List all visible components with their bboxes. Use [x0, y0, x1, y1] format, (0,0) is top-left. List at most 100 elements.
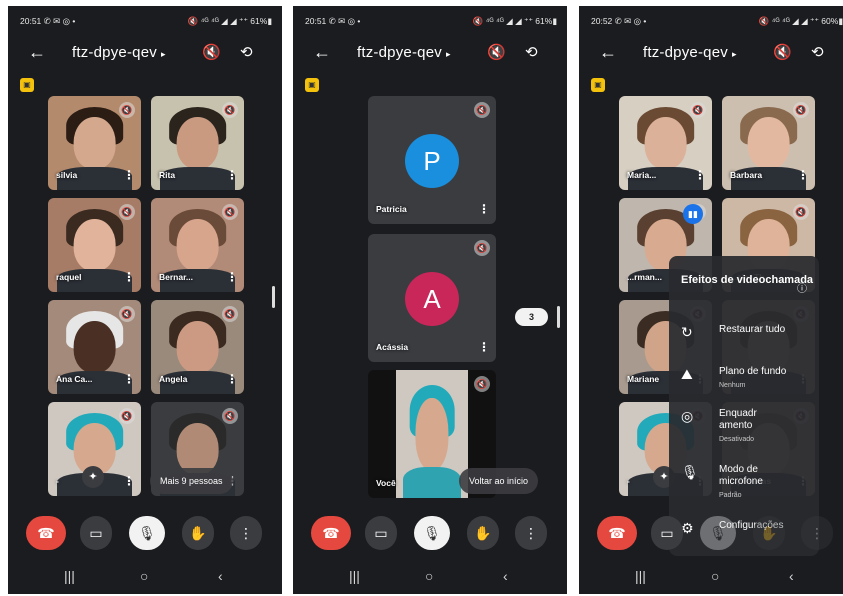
end-call-button[interactable]: ☎	[597, 516, 637, 550]
nav-home-icon[interactable]: ○	[140, 568, 148, 584]
avatar: P	[405, 134, 459, 188]
participant-tile[interactable]: P 🔇 Patricia ⋮	[368, 96, 496, 224]
back-arrow-icon[interactable]: ←	[599, 42, 617, 63]
participant-tile[interactable]: 🔇 Barbara ⋮	[722, 96, 815, 190]
participant-tile[interactable]: 🔇 raquel ⋮	[48, 198, 141, 292]
info-icon[interactable]: ⓘ	[797, 280, 807, 295]
scrollbar[interactable]	[557, 306, 560, 328]
participant-menu-icon[interactable]: ⋮	[123, 372, 135, 386]
nav-recent-icon[interactable]: |||	[349, 568, 360, 584]
effects-icon[interactable]: ✦	[82, 466, 104, 488]
raise-hand-button[interactable]: ✋	[467, 516, 499, 550]
back-arrow-icon[interactable]: ←	[313, 42, 331, 63]
back-arrow-icon[interactable]: ←	[28, 42, 46, 63]
switch-camera-icon[interactable]: ⟲	[525, 43, 538, 61]
participant-tile[interactable]: 🔇 silvia ⋮	[48, 96, 141, 190]
menu-item-sub: Nenhum	[719, 382, 746, 389]
video-effects-menu: Efeitos de videochamada ⓘ ↻ Restaurar tu…	[669, 256, 819, 556]
nav-bar: ||| ○ ‹	[579, 560, 843, 594]
nav-recent-icon[interactable]: |||	[64, 568, 75, 584]
restore-icon: ↻	[681, 324, 693, 340]
meeting-title[interactable]: ftz-dpye-qev ▸	[643, 44, 737, 61]
mic-toggle-button[interactable]: 🎙	[414, 516, 450, 550]
video-subject-face	[176, 218, 219, 272]
top-bar: ← ftz-dpye-qev ▸ 🔇 ⟲	[293, 40, 567, 68]
menu-item-label: Plano de fundo	[719, 366, 787, 377]
participant-menu-icon[interactable]: ⋮	[123, 168, 135, 182]
participant-tile[interactable]: 🔇 Angela ⋮	[151, 300, 244, 394]
status-bar: 20:51 ✆ ✉ ◎ • 🔇 ⁴ᴳ ⁴ᴳ ◢ ◢ ⁺⁺ 61%▮	[20, 16, 272, 28]
scrollbar[interactable]	[272, 286, 275, 308]
raise-hand-button[interactable]: ✋	[182, 516, 214, 550]
participant-menu-icon[interactable]: ⋮	[226, 168, 238, 182]
more-options-button[interactable]: ⋮	[230, 516, 262, 550]
status-bar: 20:51 ✆ ✉ ◎ • 🔇 ⁴ᴳ ⁴ᴳ ◢ ◢ ⁺⁺ 61%▮	[305, 16, 557, 28]
camera-button[interactable]: ▭	[651, 516, 683, 550]
nav-home-icon[interactable]: ○	[425, 568, 433, 584]
menu-item-label: Restaurar tudo	[719, 324, 786, 335]
participant-tile[interactable]: 🔇 Bernar... ⋮	[151, 198, 244, 292]
muted-mic-icon: 🔇	[119, 102, 135, 118]
phone-screen-3: 20:52 ✆ ✉ ◎ • 🔇 ⁴ᴳ ⁴ᴳ ◢ ◢ ⁺⁺ 60%▮ ← ftz-…	[579, 6, 843, 594]
raise-hand-button[interactable]: ✋	[753, 516, 785, 550]
participant-name: Acássia	[376, 342, 409, 352]
nav-recent-icon[interactable]: |||	[635, 568, 646, 584]
muted-mic-icon: 🔇	[793, 102, 809, 118]
page-number: 3	[529, 312, 535, 322]
muted-mic-icon: 🔇	[119, 408, 135, 424]
nav-home-icon[interactable]: ○	[711, 568, 719, 584]
more-options-button[interactable]: ⋮	[515, 516, 547, 550]
participant-name: Rita	[159, 170, 176, 180]
camera-button[interactable]: ▭	[80, 516, 112, 550]
top-bar: ← ftz-dpye-qev ▸ 🔇 ⟲	[8, 40, 282, 68]
camera-button[interactable]: ▭	[365, 516, 397, 550]
participant-menu-icon[interactable]: ⋮	[123, 474, 135, 488]
participant-tile[interactable]: 🔇 Ana Ca... ⋮	[48, 300, 141, 394]
muted-mic-icon: 🔇	[222, 102, 238, 118]
muted-mic-icon: 🔇	[222, 204, 238, 220]
muted-mic-icon: 🔇	[474, 102, 490, 118]
participant-tile[interactable]: 🔇 Maria... ⋮	[619, 96, 712, 190]
participant-menu-icon[interactable]: ⋮	[226, 372, 238, 386]
video-subject-face	[644, 116, 687, 170]
speaker-off-icon[interactable]: 🔇	[202, 43, 221, 61]
participant-name: Maria...	[627, 170, 657, 180]
meeting-title[interactable]: ftz-dpye-qev ▸	[72, 44, 166, 61]
nav-back-icon[interactable]: ‹	[218, 568, 223, 584]
chevron-right-icon: ▸	[160, 49, 166, 59]
nav-back-icon[interactable]: ‹	[789, 568, 794, 584]
participant-menu-icon[interactable]: ⋮	[694, 168, 706, 182]
meeting-title[interactable]: ftz-dpye-qev ▸	[357, 44, 451, 61]
back-to-start-button[interactable]: Voltar ao início	[459, 468, 539, 494]
participant-menu-icon[interactable]: ⋮	[478, 340, 490, 354]
more-options-button[interactable]: ⋮	[801, 516, 833, 550]
avatar: A	[405, 272, 459, 326]
participant-tile[interactable]: 🔇 Rita ⋮	[151, 96, 244, 190]
participant-menu-icon[interactable]: ⋮	[478, 202, 490, 216]
end-call-button[interactable]: ☎	[311, 516, 351, 550]
participant-tile[interactable]: 🔇 - ⋮ ✦	[48, 402, 141, 496]
self-label: Você	[376, 478, 396, 488]
switch-camera-icon[interactable]: ⟲	[811, 43, 824, 61]
nav-back-icon[interactable]: ‹	[503, 568, 508, 584]
participant-name: -	[627, 476, 630, 486]
end-call-button[interactable]: ☎	[26, 516, 66, 550]
mic-toggle-button[interactable]: 🎙	[700, 516, 736, 550]
status-time: 20:51	[20, 16, 42, 26]
video-subject-face	[747, 116, 790, 170]
video-subject-face	[415, 398, 449, 470]
participant-menu-icon[interactable]: ⋮	[797, 168, 809, 182]
switch-camera-icon[interactable]: ⟲	[240, 43, 253, 61]
page-indicator[interactable]: 3	[515, 308, 549, 326]
speaker-off-icon[interactable]: 🔇	[773, 43, 792, 61]
muted-mic-icon: 🔇	[474, 376, 490, 392]
participant-menu-icon[interactable]: ⋮	[226, 270, 238, 284]
participant-tile[interactable]: A 🔇 Acássia ⋮	[368, 234, 496, 362]
muted-mic-icon: 🔇	[119, 204, 135, 220]
status-bar: 20:52 ✆ ✉ ◎ • 🔇 ⁴ᴳ ⁴ᴳ ◢ ◢ ⁺⁺ 60%▮	[591, 16, 843, 28]
call-controls: ☎ ▭ 🎙 ✋ ⋮	[8, 516, 282, 550]
participant-menu-icon[interactable]: ⋮	[123, 270, 135, 284]
mic-toggle-button[interactable]: 🎙	[129, 516, 165, 550]
speaker-off-icon[interactable]: 🔇	[487, 43, 506, 61]
more-people-button[interactable]: Mais 9 pessoas	[150, 468, 233, 494]
